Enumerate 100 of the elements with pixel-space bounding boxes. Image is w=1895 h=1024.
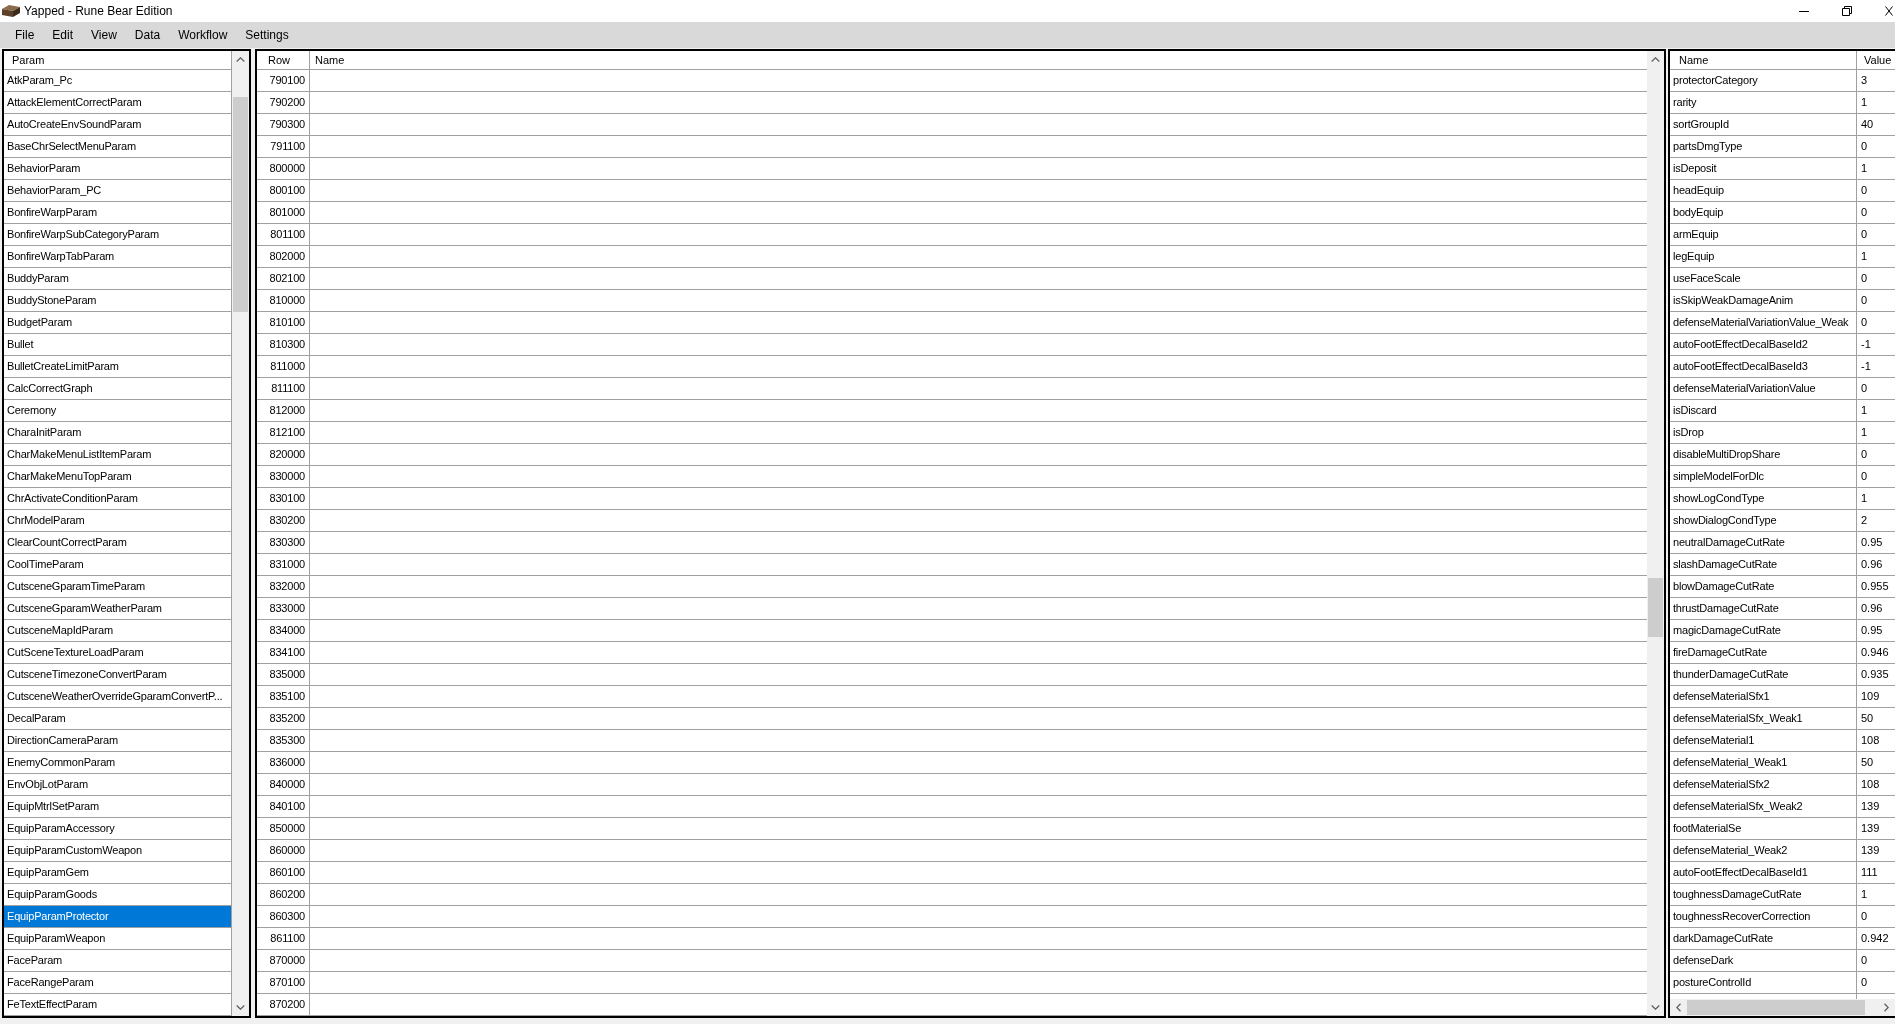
table-cell[interactable]: 0 [1857,378,1895,400]
param-list-item[interactable]: FeTextEffectParam [4,994,232,1016]
param-list-item[interactable]: BudgetParam [4,312,232,334]
table-cell[interactable]: 139 [1857,796,1895,818]
table-cell[interactable]: 0.95 [1857,532,1895,554]
table-row[interactable]: 835100 [257,686,1647,708]
param-list-item[interactable]: AtkParam_Pc [4,70,232,92]
table-cell[interactable]: 0 [1857,466,1895,488]
table-cell[interactable]: 0.95 [1857,620,1895,642]
table-row[interactable]: 801000 [257,202,1647,224]
scrollbar[interactable] [1670,999,1895,1016]
table-cell[interactable]: 108 [1857,730,1895,752]
table-cell[interactable]: 1 [1857,400,1895,422]
table-row[interactable]: 870000 [257,950,1647,972]
table-row[interactable]: 810000 [257,290,1647,312]
table-row[interactable]: 790300 [257,114,1647,136]
param-list-item[interactable]: EquipParamAccessory [4,818,232,840]
table-row[interactable]: 830300 [257,532,1647,554]
table-cell[interactable]: 0 [1857,180,1895,202]
scrollbar-thumb[interactable] [233,97,248,312]
table-cell[interactable]: -1 [1857,334,1895,356]
param-list-item[interactable]: BonfireWarpTabParam [4,246,232,268]
param-list-item[interactable]: CharMakeMenuTopParam [4,466,232,488]
param-list-item[interactable]: BonfireWarpSubCategoryParam [4,224,232,246]
param-list-item[interactable]: FaceRangeParam [4,972,232,994]
param-list-item[interactable]: ClearCountCorrectParam [4,532,232,554]
param-list-item[interactable]: BaseChrSelectMenuParam [4,136,232,158]
table-row[interactable]: 830000 [257,466,1647,488]
close-icon[interactable] [1885,6,1893,16]
param-list-item[interactable]: BehaviorParam [4,158,232,180]
column-header[interactable]: Param [4,51,232,70]
table-cell[interactable]: 50 [1857,752,1895,774]
menu-item[interactable]: Workflow [169,25,237,45]
table-row[interactable]: 800100 [257,180,1647,202]
table-row[interactable]: 800000 [257,158,1647,180]
chevron-right-icon[interactable] [1884,1003,1889,1012]
menu-item[interactable]: Edit [43,25,83,45]
param-list-item[interactable]: FaceParam [4,950,232,972]
table-cell[interactable]: 0 [1857,906,1895,928]
param-list-item[interactable]: CutsceneMapIdParam [4,620,232,642]
param-list-item[interactable]: DirectionCameraParam [4,730,232,752]
param-list-item[interactable]: ChrModelParam [4,510,232,532]
table-row[interactable]: 831000 [257,554,1647,576]
table-row[interactable]: 810300 [257,334,1647,356]
table-cell[interactable]: 2 [1857,510,1895,532]
table-row[interactable]: 812100 [257,422,1647,444]
param-list-item[interactable]: CutsceneWeatherOverrideGparamConvertP... [4,686,232,708]
chevron-up-icon[interactable] [1651,57,1660,62]
param-list-item[interactable]: CutsceneGparamTimeParam [4,576,232,598]
table-row[interactable]: 832000 [257,576,1647,598]
param-list-item[interactable]: EnvObjLotParam [4,774,232,796]
table-row[interactable]: 836000 [257,752,1647,774]
param-list-item[interactable]: CharMakeMenuListItemParam [4,444,232,466]
table-cell[interactable]: 870200 [257,994,310,1016]
table-cell[interactable]: 139 [1857,840,1895,862]
table-row[interactable]: 834000 [257,620,1647,642]
table-cell[interactable]: 0 [1857,224,1895,246]
chevron-down-icon[interactable] [1651,1005,1660,1010]
param-list-item[interactable]: DecalParam [4,708,232,730]
table-cell[interactable]: 0.935 [1857,664,1895,686]
table-row[interactable]: 812000 [257,400,1647,422]
table-row[interactable]: 870100 [257,972,1647,994]
param-list-item[interactable]: EquipParamWeapon [4,928,232,950]
table-cell[interactable]: 0 [1857,202,1895,224]
table-cell[interactable]: 1 [1857,92,1895,114]
table-cell[interactable]: -1 [1857,356,1895,378]
param-list-item[interactable]: CalcCorrectGraph [4,378,232,400]
param-list-item[interactable]: BonfireWarpParam [4,202,232,224]
table-row[interactable]: 811000 [257,356,1647,378]
param-list-item[interactable]: CutSceneTextureLoadParam [4,642,232,664]
table-row[interactable]: 830200 [257,510,1647,532]
chevron-up-icon[interactable] [236,57,245,62]
table-cell[interactable]: 0 [1857,268,1895,290]
param-list-item[interactable]: EnemyCommonParam [4,752,232,774]
table-row[interactable]: 860300 [257,906,1647,928]
table-cell[interactable]: 1 [1857,488,1895,510]
table-row[interactable]: 801100 [257,224,1647,246]
table-row[interactable]: 835000 [257,664,1647,686]
table-row[interactable]: 870200 [257,994,1647,1016]
table-row[interactable]: 791100 [257,136,1647,158]
table-cell[interactable]: 109 [1857,686,1895,708]
table-row[interactable]: 850000 [257,818,1647,840]
param-list-item[interactable]: EquipParamGoods [4,884,232,906]
menu-item[interactable]: Data [125,25,170,45]
table-cell[interactable]: 0 [1857,312,1895,334]
table-cell[interactable]: 0 [1857,950,1895,972]
table-cell[interactable]: 0 [1857,972,1895,994]
table-row[interactable]: 835200 [257,708,1647,730]
param-list-item[interactable]: EquipParamCustomWeapon [4,840,232,862]
table-cell[interactable]: 1 [1857,246,1895,268]
restore-icon[interactable] [1842,6,1852,16]
table-cell[interactable]: 111 [1857,862,1895,884]
table-row[interactable]: 820000 [257,444,1647,466]
table-cell[interactable]: 3 [1857,70,1895,92]
column-header[interactable]: Name [1670,51,1857,70]
table-cell[interactable]: 139 [1857,818,1895,840]
param-list-item[interactable]: Ceremony [4,400,232,422]
table-row[interactable]: 860000 [257,840,1647,862]
param-list-item[interactable]: AutoCreateEnvSoundParam [4,114,232,136]
table-cell[interactable]: 50 [1857,708,1895,730]
